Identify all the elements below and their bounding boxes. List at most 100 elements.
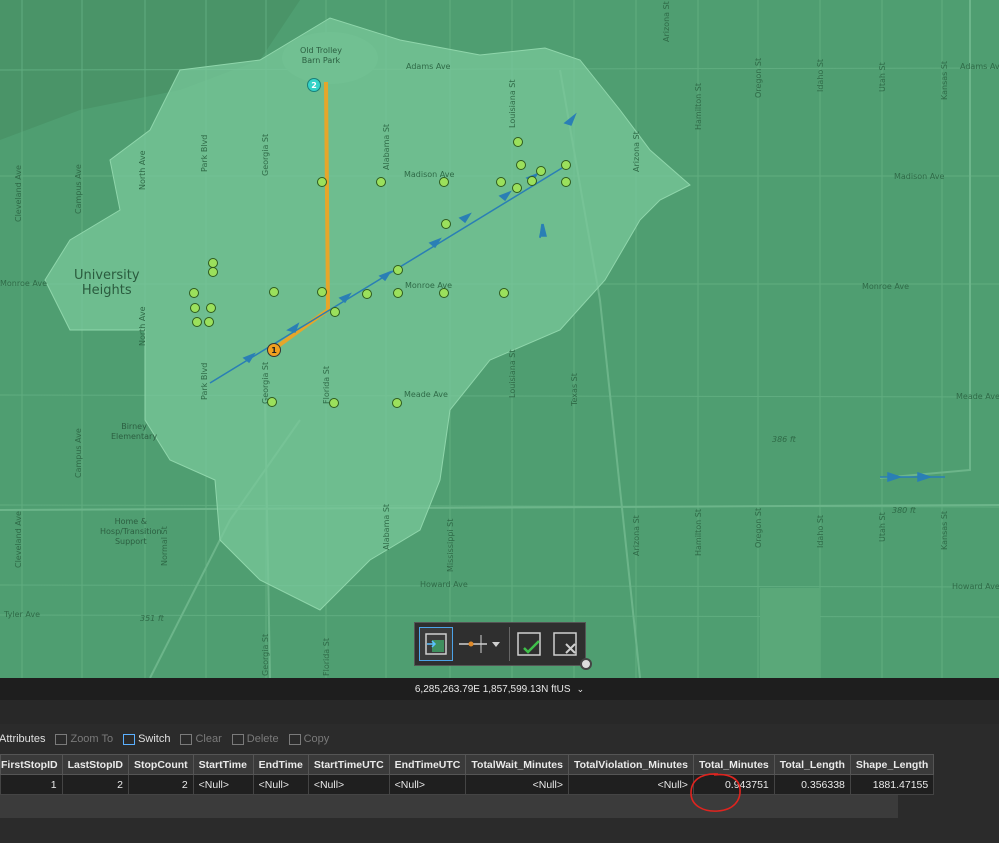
switch-selection-button[interactable]: Switch bbox=[123, 733, 170, 745]
zoom-to-button[interactable]: Zoom To bbox=[55, 733, 113, 745]
street-label: Hamilton St bbox=[694, 508, 703, 556]
street-label: Monroe Ave bbox=[862, 282, 909, 291]
street-label: Adams Ave bbox=[960, 62, 999, 71]
column-header[interactable]: TotalViolation_Minutes bbox=[567, 754, 694, 775]
table-cell[interactable]: 0.943751 bbox=[692, 774, 775, 795]
stop-point[interactable] bbox=[329, 398, 339, 408]
table-cell[interactable]: 2 bbox=[128, 774, 194, 795]
table-cell[interactable]: <Null> bbox=[388, 774, 467, 795]
column-header[interactable]: EndTimeUTC bbox=[388, 754, 467, 775]
street-label: Meade Ave bbox=[404, 390, 448, 399]
route-start-marker[interactable]: 1 bbox=[267, 343, 281, 357]
stop-point[interactable] bbox=[516, 160, 526, 170]
table-cell[interactable]: 2 bbox=[61, 774, 130, 795]
toolbar-settings-gear-icon[interactable] bbox=[580, 658, 592, 670]
map-view[interactable]: Old Trolley Barn Park University Heights… bbox=[0, 0, 999, 678]
attributes-button[interactable]: Attributes bbox=[0, 733, 45, 745]
table-cell[interactable]: 1 bbox=[0, 774, 63, 795]
column-header[interactable]: FirstStopID bbox=[0, 754, 63, 775]
elevation-label: 380 ft bbox=[892, 506, 916, 515]
street-label: Utah St bbox=[878, 62, 887, 92]
table-cell[interactable]: <Null> bbox=[465, 774, 569, 795]
stop-point[interactable] bbox=[362, 289, 372, 299]
stop-point[interactable] bbox=[561, 160, 571, 170]
street-label: Meade Ave bbox=[956, 392, 999, 401]
birney-elementary-label: Birney Elementary bbox=[111, 422, 158, 441]
street-label: Monroe Ave bbox=[0, 279, 47, 288]
table-cell[interactable]: 1881.47155 bbox=[849, 774, 935, 795]
coordinate-status-bar: 6,285,263.79E 1,857,599.13N ftUS ⌄ bbox=[0, 678, 999, 700]
street-label: Adams Ave bbox=[406, 62, 451, 71]
table-cell[interactable]: <Null> bbox=[567, 774, 694, 795]
table-cell[interactable]: <Null> bbox=[252, 774, 309, 795]
street-label: Georgia St bbox=[261, 633, 270, 676]
stop-point[interactable] bbox=[192, 317, 202, 327]
stop-point[interactable] bbox=[536, 166, 546, 176]
split-line-button[interactable] bbox=[457, 627, 505, 661]
route-end-marker[interactable]: 2 bbox=[307, 78, 321, 92]
delete-selection-button[interactable]: Delete bbox=[231, 733, 279, 745]
street-label: Normal St bbox=[160, 526, 169, 566]
column-header[interactable]: EndTime bbox=[252, 754, 309, 775]
finish-sketch-button[interactable] bbox=[514, 627, 546, 661]
street-label: Mississippi St bbox=[446, 518, 455, 572]
column-header[interactable]: Total_Minutes bbox=[692, 754, 775, 775]
finish-sketch-icon bbox=[517, 632, 542, 656]
street-label: Louisiana St bbox=[508, 349, 517, 398]
stop-point[interactable] bbox=[208, 267, 218, 277]
street-label: Madison Ave bbox=[894, 172, 945, 181]
stop-point[interactable] bbox=[439, 288, 449, 298]
stop-point[interactable] bbox=[330, 307, 340, 317]
table-header-row: FirstStopID LastStopID StopCount StartTime E… bbox=[0, 754, 935, 775]
table-cell[interactable]: <Null> bbox=[307, 774, 390, 795]
stop-point[interactable] bbox=[206, 303, 216, 313]
column-header[interactable]: LastStopID bbox=[61, 754, 130, 775]
street-label: Idaho St bbox=[816, 514, 825, 548]
table-empty-row bbox=[0, 795, 898, 818]
clear-icon bbox=[180, 733, 193, 745]
cancel-sketch-button[interactable] bbox=[549, 627, 581, 661]
table-row[interactable]: 1 2 2 <Null> <Null> <Null> <Null> <Null> <Null> 0… bbox=[0, 774, 935, 795]
stop-point[interactable] bbox=[527, 176, 537, 186]
stop-point[interactable] bbox=[317, 177, 327, 187]
column-header[interactable]: StartTime bbox=[192, 754, 254, 775]
street-label: Arizona St bbox=[632, 515, 641, 556]
street-label: Campus Ave bbox=[74, 164, 83, 214]
stop-point[interactable] bbox=[392, 398, 402, 408]
column-header[interactable]: Total_Length bbox=[773, 754, 851, 775]
table-cell[interactable]: 0.356338 bbox=[773, 774, 851, 795]
street-label: Howard Ave bbox=[952, 582, 999, 591]
select-features-button[interactable] bbox=[419, 627, 453, 661]
stop-point[interactable] bbox=[512, 183, 522, 193]
column-header[interactable]: Shape_Length bbox=[849, 754, 935, 775]
street-label: North Ave bbox=[138, 150, 147, 190]
stop-point[interactable] bbox=[204, 317, 214, 327]
stop-point[interactable] bbox=[267, 397, 277, 407]
stop-point[interactable] bbox=[317, 287, 327, 297]
select-features-icon bbox=[425, 633, 447, 655]
stop-point[interactable] bbox=[393, 265, 403, 275]
stop-point[interactable] bbox=[496, 177, 506, 187]
street-label: Kansas St bbox=[940, 60, 949, 100]
column-header[interactable]: StopCount bbox=[128, 754, 194, 775]
stop-point[interactable] bbox=[376, 177, 386, 187]
stop-point[interactable] bbox=[393, 288, 403, 298]
stop-point[interactable] bbox=[269, 287, 279, 297]
stop-point[interactable] bbox=[513, 137, 523, 147]
copy-selection-button[interactable]: Copy bbox=[288, 733, 329, 745]
stop-point[interactable] bbox=[439, 177, 449, 187]
stop-point[interactable] bbox=[499, 288, 509, 298]
coordinate-units-chevron-icon[interactable]: ⌄ bbox=[577, 684, 585, 695]
home-hosp-label: Home & Hosp/Transition Support bbox=[100, 517, 162, 546]
stop-point[interactable] bbox=[441, 219, 451, 229]
column-header[interactable]: TotalWait_Minutes bbox=[465, 754, 569, 775]
column-header[interactable]: StartTimeUTC bbox=[307, 754, 390, 775]
clear-selection-button[interactable]: Clear bbox=[180, 733, 222, 745]
stop-point[interactable] bbox=[189, 288, 199, 298]
park-label: Old Trolley Barn Park bbox=[300, 46, 342, 65]
table-cell[interactable]: <Null> bbox=[192, 774, 254, 795]
pane-separator bbox=[0, 700, 999, 724]
street-label: Arizona St bbox=[632, 131, 641, 172]
stop-point[interactable] bbox=[561, 177, 571, 187]
stop-point[interactable] bbox=[190, 303, 200, 313]
